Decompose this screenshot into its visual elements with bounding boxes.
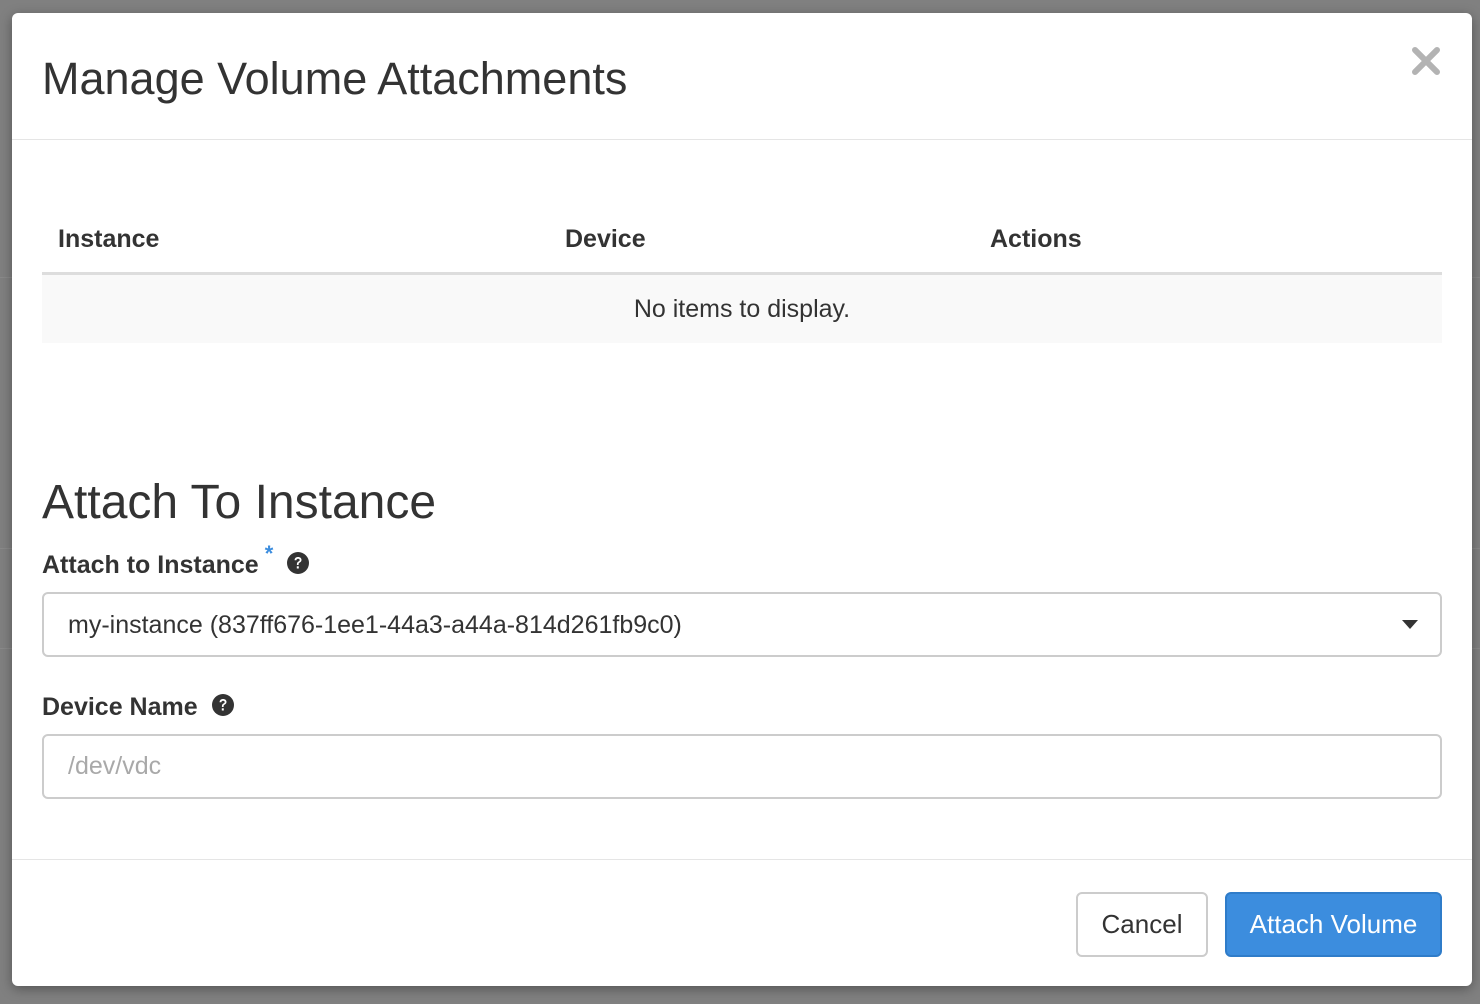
modal-footer: Cancel Attach Volume [12,859,1472,986]
device-name-label: Device Name [42,692,235,722]
column-header-instance[interactable]: Instance [58,223,159,255]
close-icon [1412,47,1440,75]
attachments-table: Instance Device Actions No items to disp… [42,213,1442,343]
column-header-actions: Actions [990,225,1082,253]
attach-instance-label: Attach to Instance * [42,541,310,581]
table-empty-message: No items to display. [42,275,1442,343]
table-header-row: Instance Device Actions [42,213,1442,275]
question-circle-icon[interactable] [211,693,235,717]
manage-volume-attachments-dialog: Manage Volume Attachments Instance Devic… [12,13,1472,986]
attach-instance-label-text: Attach to Instance [42,551,259,579]
attach-instance-selected-value: my-instance (837ff676-1ee1-44a3-a44a-814… [68,611,682,639]
attach-instance-select[interactable]: my-instance (837ff676-1ee1-44a3-a44a-814… [42,592,1442,657]
close-button[interactable] [1408,43,1444,79]
caret-down-icon [1402,620,1418,630]
column-header-device[interactable]: Device [565,223,646,255]
device-name-input[interactable] [42,734,1442,799]
attach-volume-button[interactable]: Attach Volume [1225,892,1442,957]
question-circle-icon[interactable] [286,551,310,575]
required-marker: * [264,541,274,566]
attach-section-title: Attach To Instance [42,476,437,529]
modal-title: Manage Volume Attachments [42,53,628,104]
cancel-button[interactable]: Cancel [1076,892,1208,957]
modal-header: Manage Volume Attachments [12,13,1472,140]
device-name-label-text: Device Name [42,693,198,721]
